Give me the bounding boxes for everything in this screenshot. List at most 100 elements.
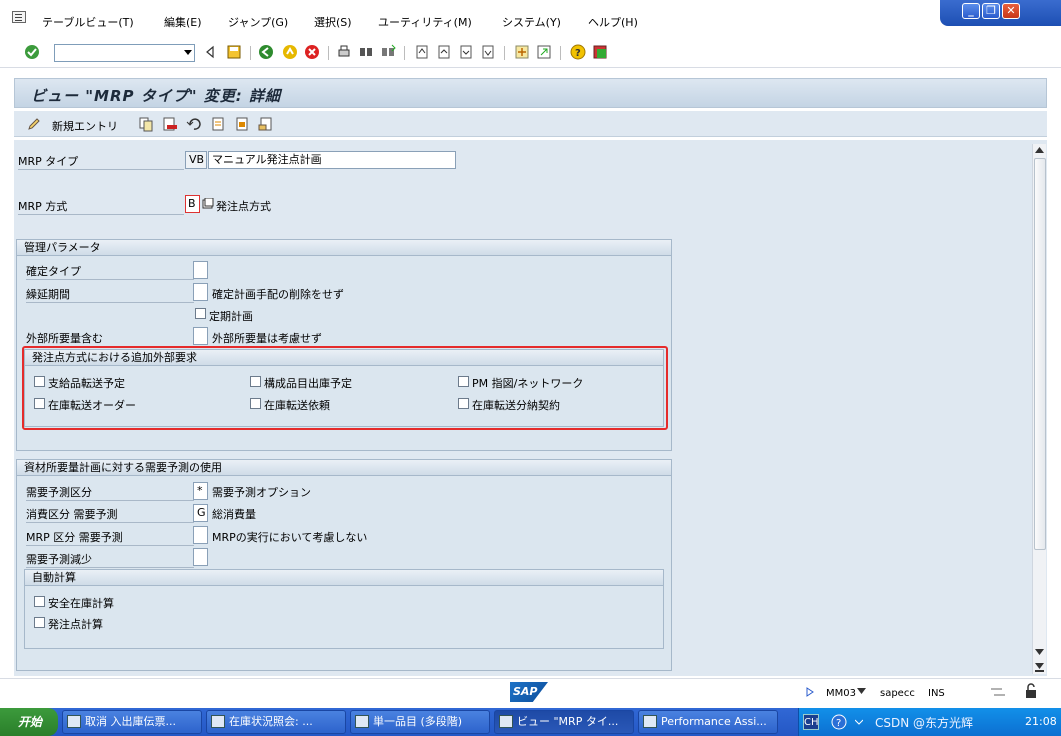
safety-stock-calc-checkbox[interactable] <box>34 596 45 607</box>
enter-icon[interactable] <box>24 44 40 60</box>
insert-mode: INS <box>928 688 945 699</box>
menu-goto[interactable]: ジャンプ(G) <box>228 14 288 30</box>
mrp-method-code-field[interactable]: B <box>185 195 200 213</box>
sap-logo: SAP <box>510 682 548 702</box>
forecast-indicator-field[interactable]: * <box>193 482 208 500</box>
menu-system[interactable]: システム(Y) <box>502 14 561 30</box>
reorder-point-calc-checkbox[interactable] <box>34 617 45 628</box>
save-icon[interactable] <box>226 44 242 60</box>
reorder-point-calc-label: 発注点計算 <box>48 618 103 631</box>
task-cancel-document[interactable]: 取消 入出庫伝票... <box>62 710 202 734</box>
window-controls: _ ❐ ✕ <box>940 0 1061 26</box>
rollforward-label: 繰延期間 <box>26 286 194 303</box>
copy-icon[interactable] <box>138 116 154 132</box>
consumption-indicator-label: 消費区分 需要予測 <box>26 506 194 523</box>
mrp-type-code-field: VB <box>185 151 207 169</box>
scroll-end-icon[interactable] <box>1035 662 1044 672</box>
lock-icon[interactable] <box>1024 683 1038 699</box>
status-bar: SAP MM03 sapecc INS <box>0 678 1061 705</box>
search-help-icon[interactable] <box>202 198 214 210</box>
system-menu-icon[interactable] <box>12 11 26 23</box>
mrp-forecast-indicator-field[interactable] <box>193 526 208 544</box>
menu-edit[interactable]: 編集(E) <box>164 14 202 30</box>
os-taskbar: 开始 取消 入出庫伝票... 在庫状況照会: ... 単一品目 (多段階) ビュ… <box>0 708 1061 736</box>
menu-select[interactable]: 選択(S) <box>314 14 352 30</box>
detail-content-area: MRP タイプ VB マニュアル発注点計画 MRP 方式 B 発注点方式 管理パ… <box>14 140 1047 676</box>
chevron-down-icon[interactable] <box>857 688 866 694</box>
undo-icon[interactable] <box>186 116 202 132</box>
menu-utilities[interactable]: ユーティリティ(M) <box>378 14 472 30</box>
task-performance-assistant[interactable]: Performance Assi... <box>638 710 778 734</box>
window-icon <box>211 715 225 728</box>
new-entries-button[interactable]: 新規エントリ <box>52 118 118 134</box>
command-field[interactable] <box>54 44 195 62</box>
tray-expand-icon[interactable] <box>855 718 863 726</box>
mrp-type-description-field[interactable]: マニュアル発注点計画 <box>208 151 456 169</box>
close-button[interactable]: ✕ <box>1002 3 1020 19</box>
screen-title-bar: ビュー "MRP タイプ" 変更: 詳細 <box>14 78 1047 108</box>
forecast-reduction-label: 需要予測減少 <box>26 551 194 568</box>
clock: 21:08 <box>1025 715 1057 728</box>
vertical-scrollbar[interactable] <box>1032 144 1046 674</box>
menu-help[interactable]: ヘルプ(H) <box>588 14 638 30</box>
minimize-button[interactable]: _ <box>962 3 980 19</box>
find-next-icon[interactable] <box>380 44 396 60</box>
help-icon[interactable]: ? <box>570 44 586 60</box>
deselect-all-icon[interactable] <box>258 116 274 132</box>
consumption-indicator-field[interactable]: G <box>193 504 208 522</box>
previous-page-icon[interactable] <box>436 44 452 60</box>
scrollbar-thumb[interactable] <box>1034 158 1046 550</box>
control-parameters-title: 管理パラメータ <box>17 240 671 256</box>
window-icon <box>67 715 81 728</box>
start-button[interactable]: 开始 <box>0 708 58 736</box>
system-tray: CH ? CSDN @东方光辉 21:08 <box>798 708 1061 736</box>
periodic-planning-checkbox[interactable] <box>195 308 206 319</box>
mrp-forecast-indicator-label: MRP 区分 需要予測 <box>26 529 194 546</box>
pencil-icon[interactable] <box>26 116 42 132</box>
consumption-indicator-description: 総消費量 <box>212 508 256 521</box>
last-page-icon[interactable] <box>480 44 496 60</box>
task-stock-overview[interactable]: 在庫状況照会: ... <box>206 710 346 734</box>
exit-icon[interactable] <box>282 44 298 60</box>
mrp-method-label: MRP 方式 <box>18 198 184 215</box>
standard-toolbar: ? <box>0 38 1061 68</box>
restore-button[interactable]: ❐ <box>982 3 1000 19</box>
forecast-reduction-field[interactable] <box>193 548 208 566</box>
rollforward-description: 確定計画手配の削除をせず <box>212 288 344 301</box>
find-icon[interactable] <box>358 44 374 60</box>
help-icon[interactable]: ? <box>831 714 847 730</box>
select-all-icon[interactable] <box>210 116 226 132</box>
highlight-frame <box>22 346 668 430</box>
rollforward-field[interactable] <box>193 283 208 301</box>
status-expand-icon[interactable] <box>806 687 814 697</box>
language-indicator[interactable]: CH <box>803 714 819 730</box>
chevron-down-icon[interactable] <box>184 50 192 55</box>
first-page-icon[interactable] <box>414 44 430 60</box>
svg-text:?: ? <box>836 718 841 729</box>
window-icon <box>643 715 657 728</box>
menu-table-view[interactable]: テーブルビュー(T) <box>42 14 134 30</box>
cancel-icon[interactable] <box>304 44 320 60</box>
scroll-up-icon[interactable] <box>1035 146 1044 154</box>
auto-calculation-group: 自動計算 <box>24 569 664 649</box>
firm-type-field[interactable] <box>193 261 208 279</box>
select-block-icon[interactable] <box>234 116 250 132</box>
next-page-icon[interactable] <box>458 44 474 60</box>
layout-menu-icon[interactable] <box>592 44 608 60</box>
shortcut-icon[interactable] <box>536 44 552 60</box>
scroll-down-icon[interactable] <box>1035 648 1044 656</box>
transaction-code: MM03 <box>826 688 856 699</box>
task-single-material[interactable]: 単一品目 (多段階) <box>350 710 490 734</box>
print-icon[interactable] <box>336 44 352 60</box>
delete-icon[interactable] <box>162 116 178 132</box>
application-toolbar: 新規エントリ <box>14 111 1047 137</box>
task-mrp-type-view[interactable]: ビュー "MRP タイ... <box>494 710 634 734</box>
mrp-method-description: 発注点方式 <box>216 200 271 213</box>
back-icon[interactable] <box>258 44 274 60</box>
create-session-icon[interactable] <box>514 44 530 60</box>
external-requirements-field[interactable] <box>193 327 208 345</box>
watermark-text: CSDN @东方光辉 <box>875 716 974 730</box>
mrp-type-label: MRP タイプ <box>18 153 184 170</box>
back-arrow-icon[interactable] <box>202 44 218 60</box>
firm-type-label: 確定タイプ <box>26 263 194 280</box>
